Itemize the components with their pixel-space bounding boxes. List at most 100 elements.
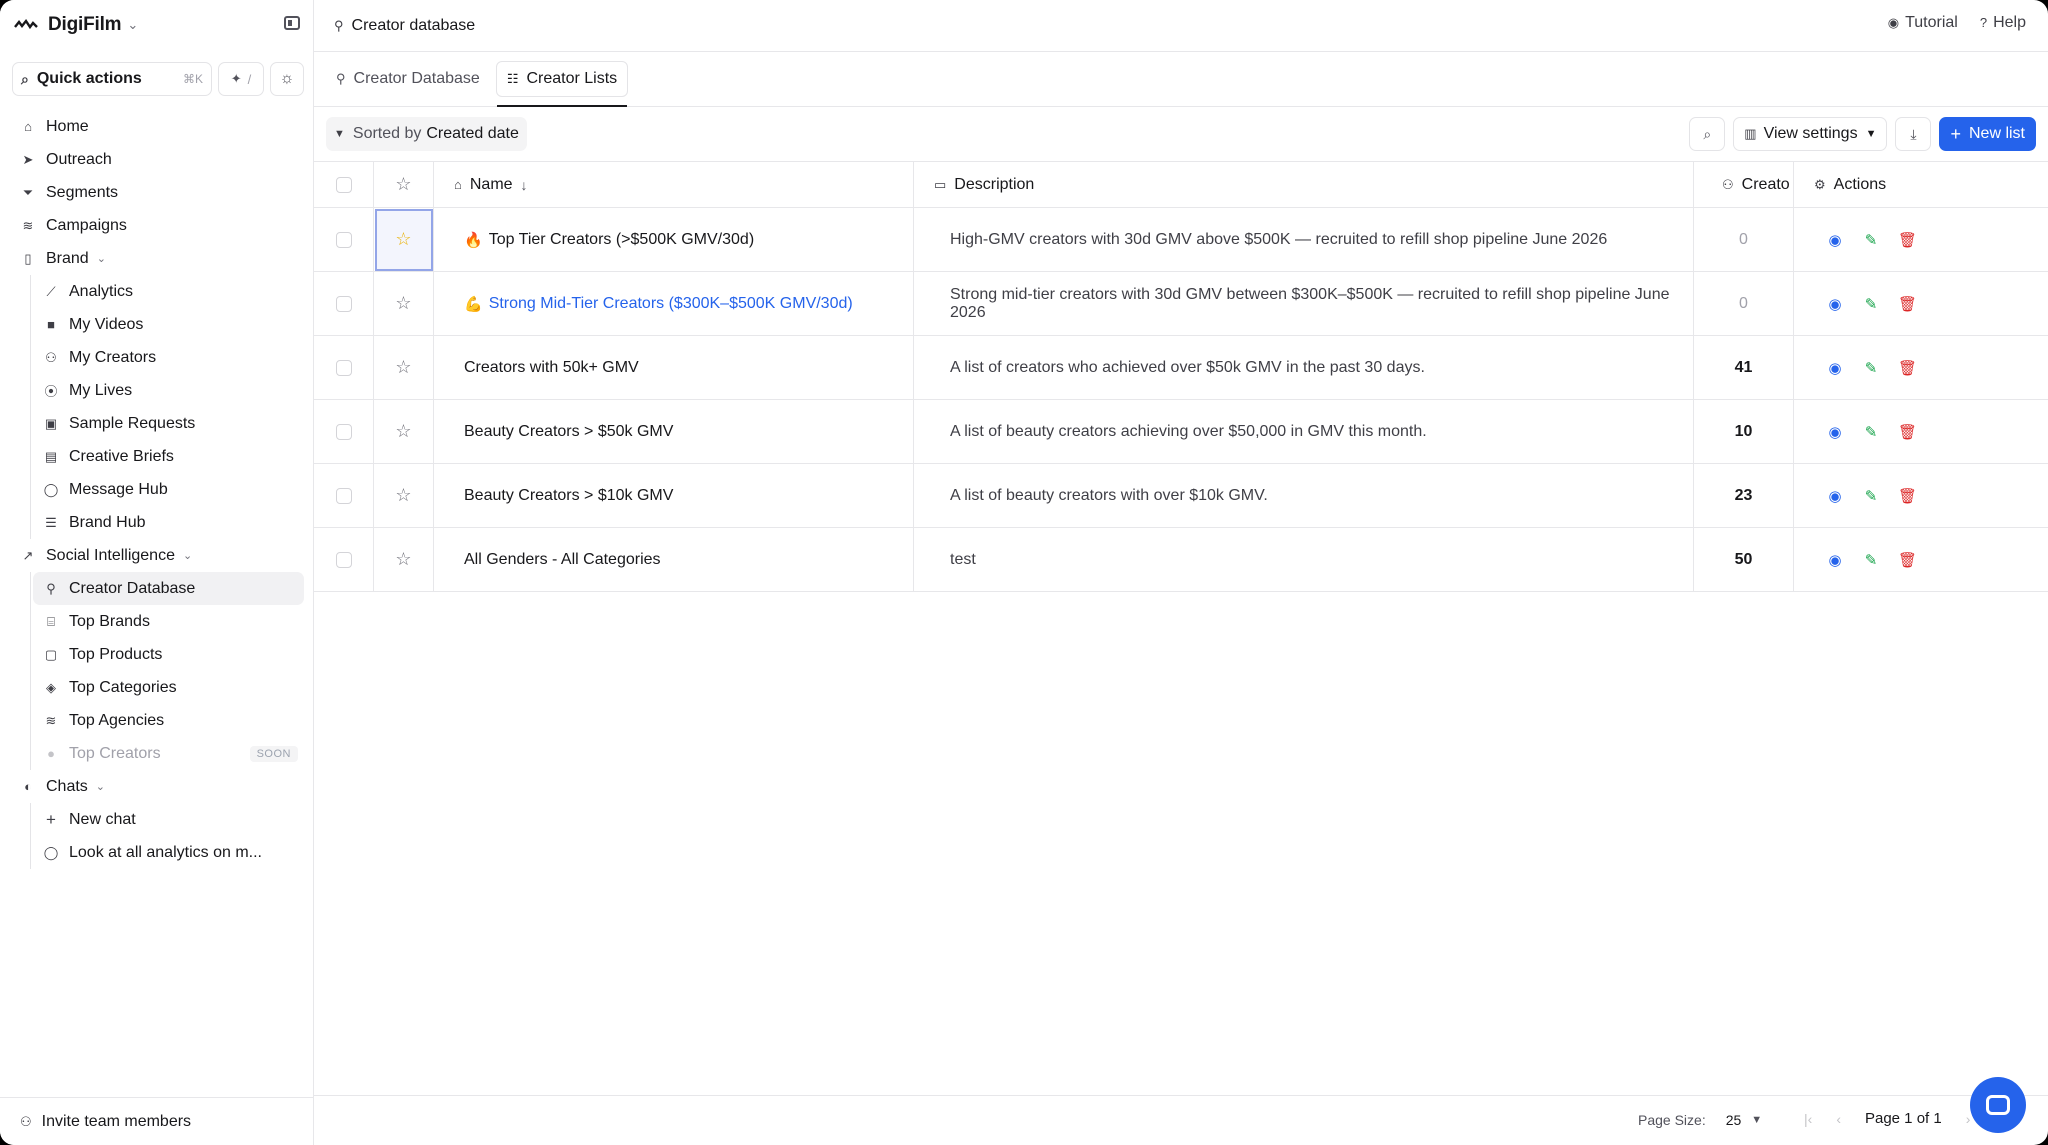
eye-icon[interactable]: ◉ <box>1826 359 1844 377</box>
new-list-button[interactable]: + New list <box>1939 117 2036 151</box>
page-size-select[interactable]: 25 <box>1726 1112 1742 1128</box>
list-name-cell[interactable]: Creators with 50k+ GMV <box>434 336 914 399</box>
eye-icon[interactable]: ◉ <box>1826 551 1844 569</box>
column-header-actions: ⚙ Actions <box>1794 162 1934 207</box>
table-toolbar: ▼ Sorted by Created date ⌕ ▥ View setting… <box>326 117 2036 151</box>
column-header-name[interactable]: ⌂ Name ↓ <box>434 162 914 207</box>
chat-bubble-icon <box>1986 1095 2010 1115</box>
table-row[interactable]: ☆ 💪 Strong Mid-Tier Creators ($300K–$500K… <box>314 272 2048 336</box>
list-description-cell: A list of beauty creators achieving over… <box>914 400 1694 463</box>
sidebar-item-my-creators[interactable]: ⚇ My Creators <box>33 341 304 374</box>
help-link[interactable]: ? Help <box>1980 14 2026 32</box>
first-page-icon[interactable]: |‹ <box>1804 1111 1812 1127</box>
sidebar-item-brand-hub[interactable]: ☰ Brand Hub <box>33 506 304 539</box>
sidebar-item-label: Look at all analytics on m... <box>69 843 262 861</box>
sidebar-group-brand[interactable]: ▯ Brand ⌄ <box>12 242 304 275</box>
sidebar-item-analytics[interactable]: ⟋ Analytics <box>33 275 304 308</box>
sidebar-item-campaigns[interactable]: ≋ Campaigns <box>12 209 304 242</box>
next-page-icon[interactable]: › <box>1966 1111 1971 1127</box>
workspace-switcher[interactable]: DigiFilm ⌄ <box>14 10 300 40</box>
tab-creator-database[interactable]: ⚲ Creator Database <box>326 61 490 97</box>
sidebar-item-sample-requests[interactable]: ▣ Sample Requests <box>33 407 304 440</box>
sidebar-item-outreach[interactable]: ➤ Outreach <box>12 143 304 176</box>
sidebar-item-creative-briefs[interactable]: ▤ Creative Briefs <box>33 440 304 473</box>
select-all-checkbox[interactable] <box>335 176 352 193</box>
list-name-cell[interactable]: All Genders - All Categories <box>434 528 914 591</box>
pencil-icon[interactable]: ✎ <box>1862 359 1880 377</box>
trash-icon[interactable]: 🗑 <box>1898 487 1917 505</box>
row-checkbox[interactable] <box>335 551 352 568</box>
sidebar-item-my-videos[interactable]: ■ My Videos <box>33 308 304 341</box>
row-checkbox[interactable] <box>335 423 352 440</box>
star-icon[interactable]: ☆ <box>395 549 411 570</box>
column-header-description[interactable]: ▭ Description <box>914 162 1694 207</box>
star-icon[interactable]: ☆ <box>395 485 411 506</box>
column-header-creators[interactable]: ⚇ Creato <box>1694 162 1794 207</box>
sidebar-item-new-chat[interactable]: + New chat <box>33 803 304 836</box>
sidebar-item-creator-database[interactable]: ⚲ Creator Database <box>33 572 304 605</box>
sidebar-group-social-intelligence[interactable]: ↗ Social Intelligence ⌄ <box>12 539 304 572</box>
list-name-cell[interactable]: 🔥 Top Tier Creators (>$500K GMV/30d) <box>434 208 914 271</box>
star-icon[interactable]: ☆ <box>395 293 411 314</box>
sidebar-item-top-brands[interactable]: ⌸ Top Brands <box>33 605 304 638</box>
sort-button[interactable]: ▼ Sorted by Created date <box>326 117 527 151</box>
sidebar-item-message-hub[interactable]: ◯ Message Hub <box>33 473 304 506</box>
row-checkbox[interactable] <box>335 359 352 376</box>
row-checkbox[interactable] <box>335 231 352 248</box>
table-row[interactable]: ☆ Beauty Creators > $50k GMV A list of b… <box>314 400 2048 464</box>
sidebar-item-home[interactable]: ⌂ Home <box>12 110 304 143</box>
search-button[interactable]: ⌕ <box>1689 117 1726 151</box>
pencil-icon[interactable]: ✎ <box>1862 423 1880 441</box>
star-icon[interactable]: ☆ <box>395 357 411 378</box>
star-icon[interactable]: ☆ <box>395 174 411 195</box>
eye-icon[interactable]: ◉ <box>1826 295 1844 313</box>
sidebar-item-my-lives[interactable]: ⦿ My Lives <box>33 374 304 407</box>
row-checkbox[interactable] <box>335 487 352 504</box>
trash-icon[interactable]: 🗑 <box>1898 231 1917 249</box>
list-name-cell[interactable]: 💪 Strong Mid-Tier Creators ($300K–$500K G… <box>434 272 914 335</box>
pencil-icon[interactable]: ✎ <box>1862 487 1880 505</box>
table-row[interactable]: ☆ All Genders - All Categories test 50 ◉… <box>314 528 2048 592</box>
tab-creator-lists[interactable]: ☷ Creator Lists <box>495 61 629 107</box>
sidebar-item-segments[interactable]: ⏷ Segments <box>12 176 304 209</box>
favorite-toggle[interactable]: ☆ <box>374 208 433 271</box>
caret-down-icon[interactable]: ▼ <box>1751 1114 1762 1126</box>
prev-page-icon[interactable]: ‹ <box>1836 1111 1841 1127</box>
eye-icon[interactable]: ◉ <box>1826 423 1844 441</box>
quick-actions-button[interactable]: ⌕ Quick actions ⌘K <box>12 62 212 96</box>
list-name-cell[interactable]: Beauty Creators > $50k GMV <box>434 400 914 463</box>
sidebar-item-top-products[interactable]: ▢ Top Products <box>33 638 304 671</box>
chart-icon: ⟋ <box>46 283 56 299</box>
table-row[interactable]: ☆ Beauty Creators > $10k GMV A list of b… <box>314 464 2048 528</box>
sidebar-item-top-categories[interactable]: ◈ Top Categories <box>33 671 304 704</box>
eye-icon[interactable]: ◉ <box>1826 231 1844 249</box>
trash-icon[interactable]: 🗑 <box>1898 551 1917 569</box>
list-name-cell[interactable]: Beauty Creators > $10k GMV <box>434 464 914 527</box>
trash-icon[interactable]: 🗑 <box>1898 423 1917 441</box>
list-icon: ☷ <box>506 71 519 86</box>
tutorial-link[interactable]: ◉ Tutorial <box>1888 14 1958 32</box>
pencil-icon[interactable]: ✎ <box>1862 551 1880 569</box>
view-settings-button[interactable]: ▥ View settings ▼ <box>1733 117 1888 151</box>
row-select-cell <box>314 336 374 399</box>
row-checkbox[interactable] <box>335 295 352 312</box>
invite-team-button[interactable]: ⚇ Invite team members <box>0 1097 314 1145</box>
ai-command-button[interactable]: ✦ / <box>218 62 264 96</box>
support-chat-button[interactable] <box>1970 1077 2026 1133</box>
sidebar-item-chat-history[interactable]: ◯ Look at all analytics on m... <box>33 836 304 869</box>
trash-icon[interactable]: 🗑 <box>1898 359 1917 377</box>
sidebar-toggle-icon[interactable] <box>284 16 300 30</box>
table-row[interactable]: ☆ 🔥 Top Tier Creators (>$500K GMV/30d) Hi… <box>314 208 2048 272</box>
sort-field: Created date <box>426 125 519 142</box>
star-icon[interactable]: ☆ <box>395 421 411 442</box>
sidebar-group-chats[interactable]: ◐ Chats ⌄ <box>12 770 304 803</box>
pencil-icon[interactable]: ✎ <box>1862 231 1880 249</box>
table-row[interactable]: ☆ Creators with 50k+ GMV A list of creat… <box>314 336 2048 400</box>
sidebar-item-top-agencies[interactable]: ≋ Top Agencies <box>33 704 304 737</box>
sidebar-item-label: Brand <box>46 249 89 267</box>
pencil-icon[interactable]: ✎ <box>1862 295 1880 313</box>
eye-icon[interactable]: ◉ <box>1826 487 1844 505</box>
theme-toggle-button[interactable]: ☼ <box>270 62 304 96</box>
trash-icon[interactable]: 🗑 <box>1898 295 1917 313</box>
download-button[interactable]: ⤓ <box>1895 117 1932 151</box>
